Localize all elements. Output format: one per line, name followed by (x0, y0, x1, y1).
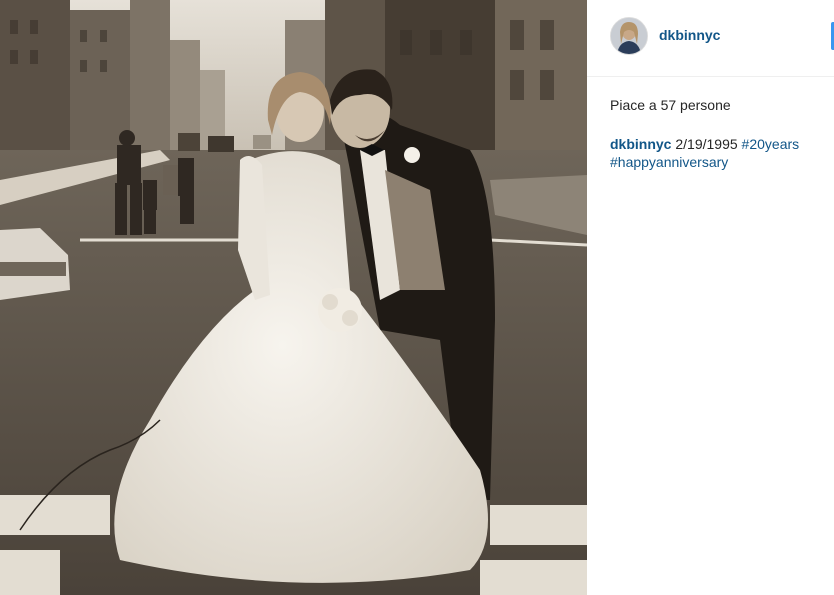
post-sidebar: dkbinnyc Piace a 57 persone dkbinnyc 2/1… (587, 0, 834, 595)
caption-author[interactable]: dkbinnyc (610, 136, 671, 152)
hashtag-20years[interactable]: #20years (742, 136, 800, 152)
likes-count[interactable]: Piace a 57 persone (610, 97, 731, 113)
caption-date: 2/19/1995 (675, 136, 738, 152)
post-author-username[interactable]: dkbinnyc (659, 27, 720, 43)
post-header: dkbinnyc (587, 0, 834, 77)
post-photo[interactable] (0, 0, 587, 595)
hashtag-happyanniversary[interactable]: #happyanniversary (610, 154, 728, 170)
post-caption: dkbinnyc 2/19/1995 #20years #happyannive… (610, 135, 825, 171)
user-avatar-icon[interactable] (610, 17, 648, 55)
